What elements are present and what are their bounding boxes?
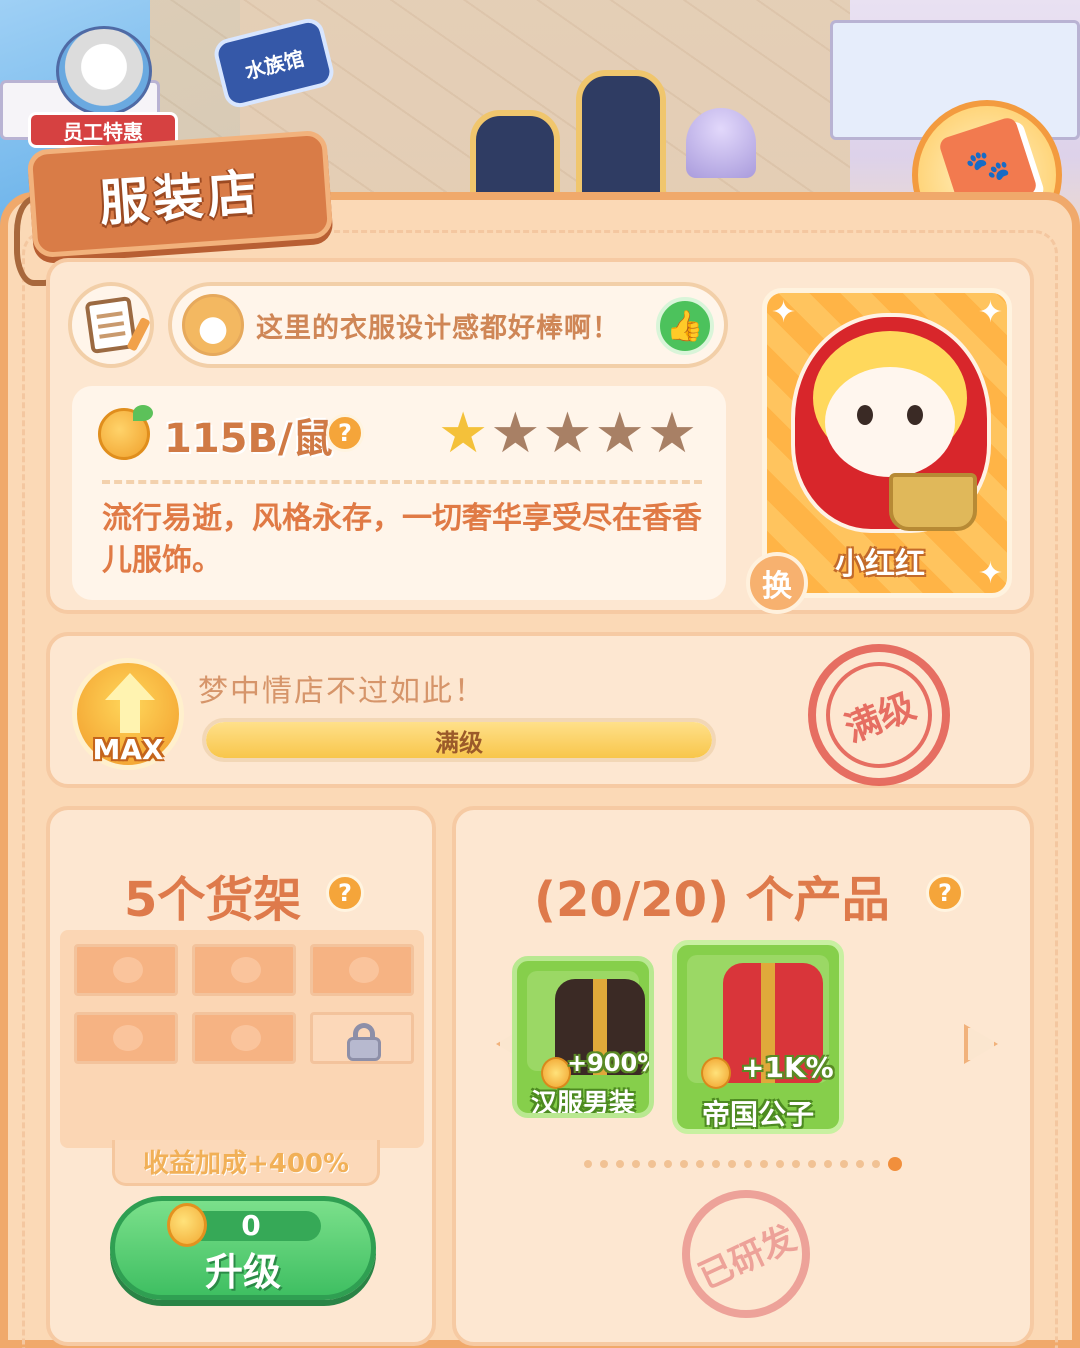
product-bonus: +900% [567,1049,654,1077]
character-portrait[interactable]: 小红红 ✦ ✦ ✦ [762,288,1012,598]
level-progress-bar: 满级 [202,718,716,762]
income-rate: 115B/鼠 [164,416,333,462]
max-level-badge: MAX [72,658,184,770]
page-dot[interactable] [728,1160,736,1168]
shop-title-tab: 服装店 [26,129,334,259]
income-help-icon[interactable]: ? [326,414,364,452]
page-dot[interactable] [680,1160,688,1168]
star-empty-icon: ★ [490,401,541,466]
scene-menu-board [576,70,666,210]
character-face [825,367,955,477]
page-dot[interactable] [616,1160,624,1168]
shelves-card: 5个货架 ? 收益加成+400% 0 升级 [46,806,436,1346]
shelves-title: 5个货架 [124,872,302,928]
star-empty-icon: ★ [594,401,645,466]
lock-icon [345,1023,383,1061]
shelf-slot-locked[interactable] [310,1012,414,1064]
page-dot[interactable] [760,1160,768,1168]
swap-character-button[interactable]: 换 [746,552,808,614]
basket-icon [889,473,977,531]
seed-coin-icon [98,405,153,460]
product-item-selected[interactable]: +1K% 帝国公子 [672,940,844,1134]
sparkle-icon: ✦ [771,295,797,330]
shelf-grid [60,930,424,1148]
stamp-text: 已研发 [692,1217,803,1297]
product-bonus: +1K% [741,1051,834,1084]
character-name: 小红红 [835,547,925,582]
page-dot[interactable] [744,1160,752,1168]
staff-avatar [56,26,152,116]
character-eye [907,405,923,425]
stamp-text: 满级 [839,685,922,751]
upgrade-button[interactable]: 0 升级 [110,1196,376,1300]
shelf-slot[interactable] [192,1012,296,1064]
sparkle-icon: ✦ [977,295,1003,330]
shop-description: 流行易逝，风格永存，一切奢华享受尽在香香儿服饰。 [102,501,702,578]
shelf-slot[interactable] [310,944,414,996]
character-eye [857,405,873,425]
notepad-icon [84,296,138,354]
shop-info-card: 这里的衣服设计感都好棒啊！ 👍 115B/鼠 ? ★ ★ ★ ★ ★ 流行易逝，风格永存… [46,258,1034,614]
staff-discount-button[interactable]: 员工特惠 [26,18,178,148]
shop-title: 服装店 [97,163,264,233]
page-dot[interactable] [872,1160,880,1168]
page-dot[interactable] [648,1160,656,1168]
star-empty-icon: ★ [646,401,698,466]
page-dot[interactable] [824,1160,832,1168]
page-dot-active[interactable] [888,1157,902,1171]
researched-stamp: 已研发 [682,1190,810,1318]
products-help-icon[interactable]: ? [926,874,964,912]
page-dot[interactable] [696,1160,704,1168]
product-name: 帝国公子 [701,1098,814,1131]
max-level-stamp: 满级 [808,644,950,786]
page-dot[interactable] [840,1160,848,1168]
products-title: (20/20) 个产品 [534,872,890,928]
page-dot[interactable] [856,1160,864,1168]
level-card: MAX 梦中情店不过如此！ 满级 满级 [46,632,1034,788]
level-tagline: 梦中情店不过如此！ [198,674,486,709]
product-page-dots [584,1157,902,1171]
page-dot[interactable] [792,1160,800,1168]
page-dot[interactable] [808,1160,816,1168]
up-arrow-icon [105,673,155,733]
star-rating: ★ ★ ★ ★ ★ [438,406,697,462]
income-bonus: 收益加成+400% [112,1140,380,1186]
sparkle-icon: ✦ [977,556,1003,591]
shelves-help-icon[interactable]: ? [326,874,364,912]
page-dot[interactable] [584,1160,592,1168]
shelf-slot[interactable] [192,944,296,996]
divider [102,480,702,484]
products-card: (20/20) 个产品 ? +900% 汉服男装 +1K% 帝国公子 已研发 [452,806,1034,1346]
star-empty-icon: ★ [542,401,593,466]
progress-label: 满级 [435,728,483,757]
page-dot[interactable] [600,1160,608,1168]
upgrade-label: 升级 [204,1250,281,1294]
thumbs-up-icon[interactable]: 👍 [656,297,714,355]
scene-lamp [686,108,756,178]
product-name: 汉服男装 [530,1089,635,1118]
hamster-avatar [182,294,244,356]
next-product-arrow[interactable] [964,1024,998,1064]
seed-coin-icon [701,1057,731,1089]
shelf-slot[interactable] [74,1012,178,1064]
page-dot[interactable] [664,1160,672,1168]
notes-button[interactable] [68,282,154,368]
income-box: 115B/鼠 ? ★ ★ ★ ★ ★ 流行易逝，风格永存，一切奢华享受尽在香香儿服饰。 [72,386,726,600]
customer-quote: 这里的衣服设计感都好棒啊！ 👍 [168,282,728,368]
page-dot[interactable] [776,1160,784,1168]
page-dot[interactable] [712,1160,720,1168]
product-item[interactable]: +900% 汉服男装 [512,956,654,1118]
max-label: MAX [92,733,164,766]
page-dot[interactable] [632,1160,640,1168]
quote-text: 这里的衣服设计感都好棒啊！ [256,312,620,344]
upgrade-cost: 0 [241,1209,261,1242]
shelf-slot[interactable] [74,944,178,996]
star-filled-icon: ★ [438,401,489,466]
